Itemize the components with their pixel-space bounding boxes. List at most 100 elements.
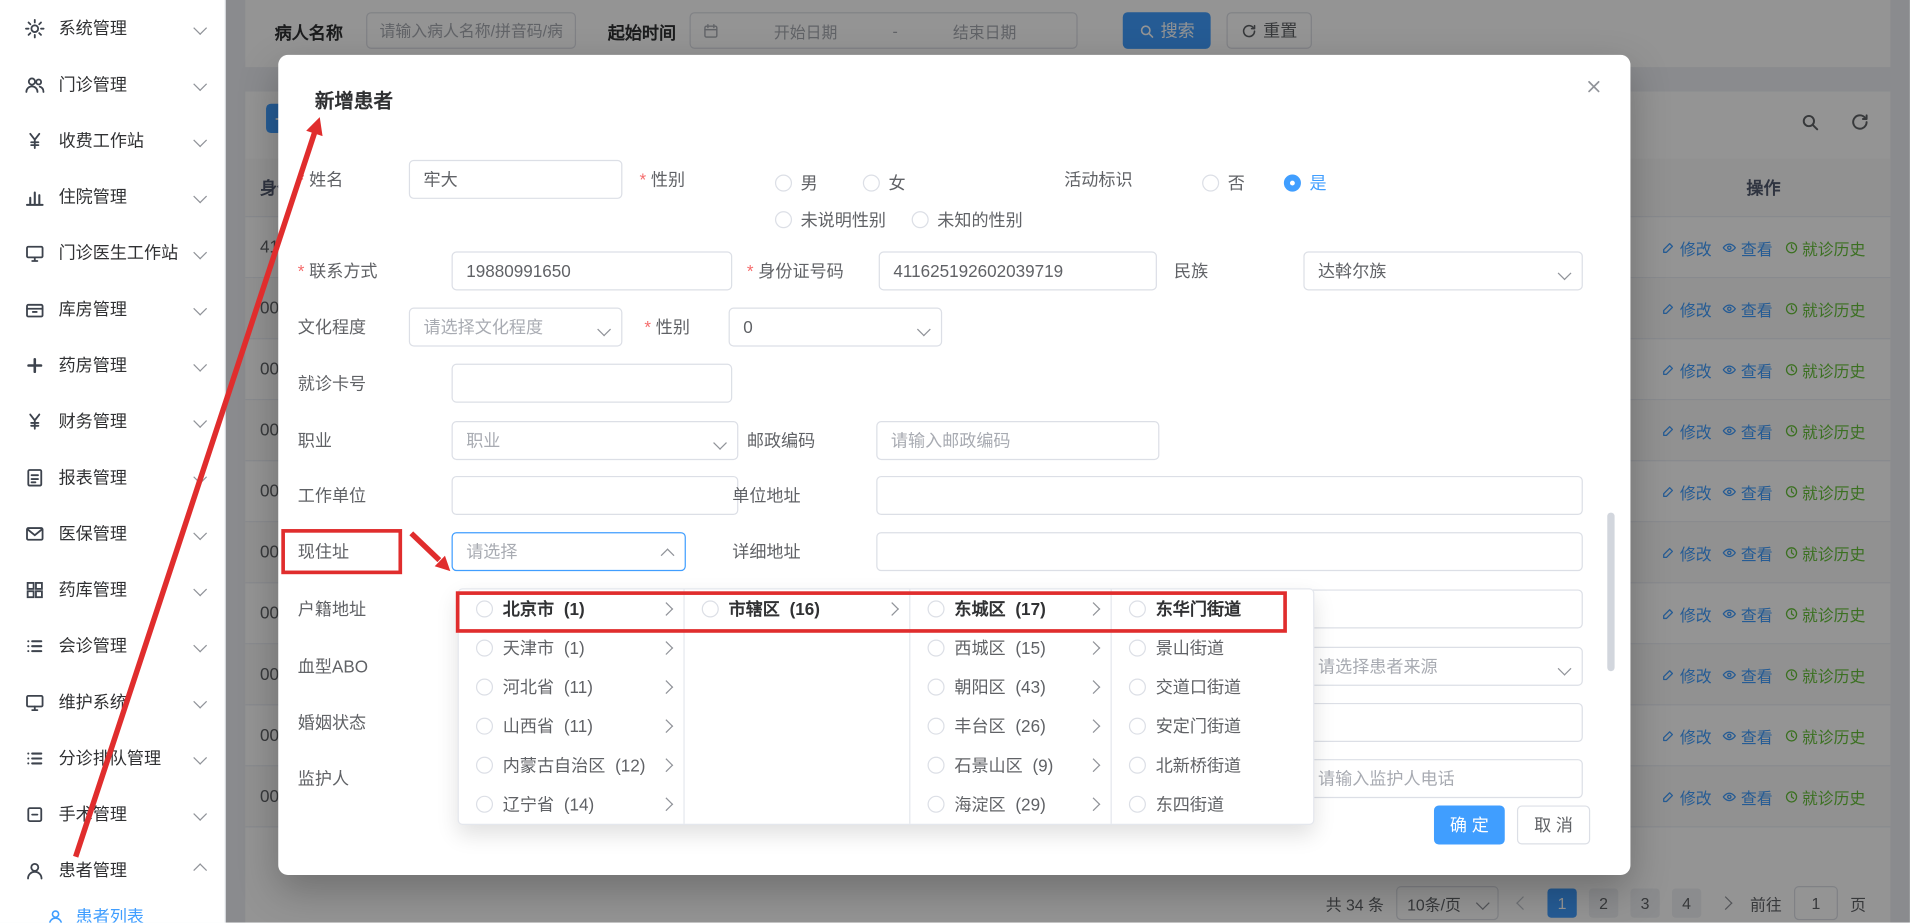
guardian-phone-input[interactable]	[1303, 759, 1582, 798]
sidebar-item[interactable]: 财务管理	[0, 393, 225, 449]
sidebar-item-icon	[24, 579, 45, 600]
radio-checked-icon	[1284, 175, 1301, 192]
radio-active-yes[interactable]: 是	[1284, 171, 1327, 195]
cascader-option[interactable]: 交道口街道	[1112, 668, 1313, 707]
cascader-option[interactable]: 市辖区 (16)	[685, 589, 910, 628]
sidebar-subitem-label: 患者列表	[76, 904, 144, 922]
radio-icon	[1202, 175, 1219, 192]
radio-icon[interactable]	[1129, 600, 1146, 617]
cascader-option[interactable]: 东城区 (17)	[910, 589, 1110, 628]
cascader-option[interactable]: 景山街道	[1112, 629, 1313, 668]
name-input[interactable]	[409, 160, 623, 199]
sidebar-item[interactable]: 维护系统	[0, 674, 225, 730]
cascader-option[interactable]: 北新桥街道	[1112, 746, 1313, 785]
radio-icon[interactable]	[928, 796, 945, 813]
sidebar-item-patient-management[interactable]: 患者管理	[0, 842, 225, 898]
cascader-option[interactable]: 东华门街道	[1112, 589, 1313, 628]
cascader-option[interactable]: 石景山区 (9)	[910, 746, 1110, 785]
sidebar-item[interactable]: 手术管理	[0, 786, 225, 842]
radio-label: 否	[1228, 171, 1245, 195]
sidebar-item-patient-list[interactable]: 患者列表	[0, 898, 225, 922]
occupation-placeholder: 职业	[466, 428, 500, 452]
contact-input[interactable]	[452, 251, 733, 290]
radio-icon[interactable]	[928, 639, 945, 656]
cascader-option[interactable]: 丰台区 (26)	[910, 707, 1110, 746]
cascader-option[interactable]: 安定门街道	[1112, 707, 1313, 746]
radio-icon[interactable]	[476, 679, 493, 696]
radio-icon[interactable]	[1129, 718, 1146, 735]
sidebar-item[interactable]: 药房管理	[0, 337, 225, 393]
modal-scrollbar[interactable]	[1607, 513, 1614, 672]
marital-right-input[interactable]	[1303, 703, 1582, 742]
radio-icon	[775, 175, 792, 192]
add-patient-modal: 新增患者 姓名 性别 男 女 未说明性别 未知的性别 活动标识 否 是 联系方式…	[278, 55, 1630, 875]
sidebar-item[interactable]: 药库管理	[0, 561, 225, 617]
radio-icon[interactable]	[928, 679, 945, 696]
close-icon[interactable]	[1579, 72, 1608, 101]
chevron-down-icon	[193, 470, 207, 484]
radio-male[interactable]: 男	[775, 171, 818, 195]
sidebar-item[interactable]: 医保管理	[0, 505, 225, 561]
radio-icon[interactable]	[476, 639, 493, 656]
sidebar-item[interactable]: 住院管理	[0, 168, 225, 224]
radio-icon[interactable]	[476, 796, 493, 813]
cascader-option[interactable]: 东四街道	[1112, 785, 1313, 824]
card-no-input[interactable]	[452, 364, 733, 403]
cancel-button[interactable]: 取 消	[1517, 805, 1590, 844]
sidebar-item[interactable]: 分诊排队管理	[0, 730, 225, 786]
sidebar-item[interactable]: 报表管理	[0, 449, 225, 505]
cascader-option[interactable]: 天津市 (1)	[459, 629, 684, 668]
radio-icon[interactable]	[476, 600, 493, 617]
sidebar-item[interactable]: 门诊管理	[0, 56, 225, 112]
radio-icon[interactable]	[476, 718, 493, 735]
cascader-option[interactable]: 海淀区 (29)	[910, 785, 1110, 824]
sidebar-item[interactable]: 收费工作站	[0, 112, 225, 168]
radio-icon[interactable]	[702, 600, 719, 617]
cascader-option[interactable]: 山西省 (11)	[459, 707, 684, 746]
patient-source-select[interactable]: 请选择患者来源	[1303, 647, 1582, 686]
postal-input[interactable]	[876, 421, 1159, 460]
sidebar-item[interactable]: 会诊管理	[0, 618, 225, 674]
sidebar-item[interactable]: 库房管理	[0, 281, 225, 337]
cascader-option[interactable]: 北京市 (1)	[459, 589, 684, 628]
confirm-button[interactable]: 确 定	[1434, 805, 1505, 844]
occupation-label: 职业	[298, 428, 332, 452]
radio-icon[interactable]	[928, 757, 945, 774]
sidebar-item-icon	[24, 523, 45, 544]
cascader-option-count: (26)	[1015, 716, 1045, 736]
radio-icon[interactable]	[928, 600, 945, 617]
sidebar-item[interactable]: 门诊医生工作站	[0, 225, 225, 281]
cascader-option-count: (9)	[1032, 755, 1053, 775]
cascader-option[interactable]: 西城区 (15)	[910, 629, 1110, 668]
radio-icon[interactable]	[928, 718, 945, 735]
detail-address-input[interactable]	[876, 532, 1583, 571]
radio-gender-unknown[interactable]: 未知的性别	[912, 207, 1023, 231]
chevron-down-icon	[597, 323, 611, 337]
sidebar-item[interactable]: 系统管理	[0, 0, 225, 56]
radio-icon[interactable]	[1129, 639, 1146, 656]
current-address-label: 现住址	[298, 539, 349, 563]
chevron-right-icon	[1087, 719, 1101, 733]
ethnicity-select[interactable]: 达斡尔族	[1303, 251, 1582, 290]
radio-icon[interactable]	[1129, 757, 1146, 774]
radio-icon[interactable]	[1129, 679, 1146, 696]
id-number-input[interactable]	[879, 251, 1157, 290]
cascader-option[interactable]: 内蒙古自治区 (12)	[459, 746, 684, 785]
radio-gender-unspecified[interactable]: 未说明性别	[775, 207, 886, 231]
radio-active-no[interactable]: 否	[1202, 171, 1245, 195]
cascader-option[interactable]: 辽宁省 (14)	[459, 785, 684, 824]
radio-icon[interactable]	[1129, 796, 1146, 813]
radio-female[interactable]: 女	[863, 171, 906, 195]
chevron-down-icon	[193, 639, 207, 653]
work-unit-input[interactable]	[452, 476, 739, 515]
occupation-select[interactable]: 职业	[452, 421, 739, 460]
cascader-option[interactable]: 朝阳区 (43)	[910, 668, 1110, 707]
unit-address-input[interactable]	[876, 476, 1583, 515]
cascader-option-label: 石景山区	[954, 753, 1022, 777]
current-address-cascader[interactable]: 请选择	[452, 532, 686, 571]
cascader-option[interactable]: 河北省 (11)	[459, 668, 684, 707]
radio-icon[interactable]	[476, 757, 493, 774]
card-no-label: 就诊卡号	[298, 371, 366, 395]
education-select[interactable]: 请选择文化程度	[409, 308, 623, 347]
gender2-select[interactable]: 0	[729, 308, 943, 347]
